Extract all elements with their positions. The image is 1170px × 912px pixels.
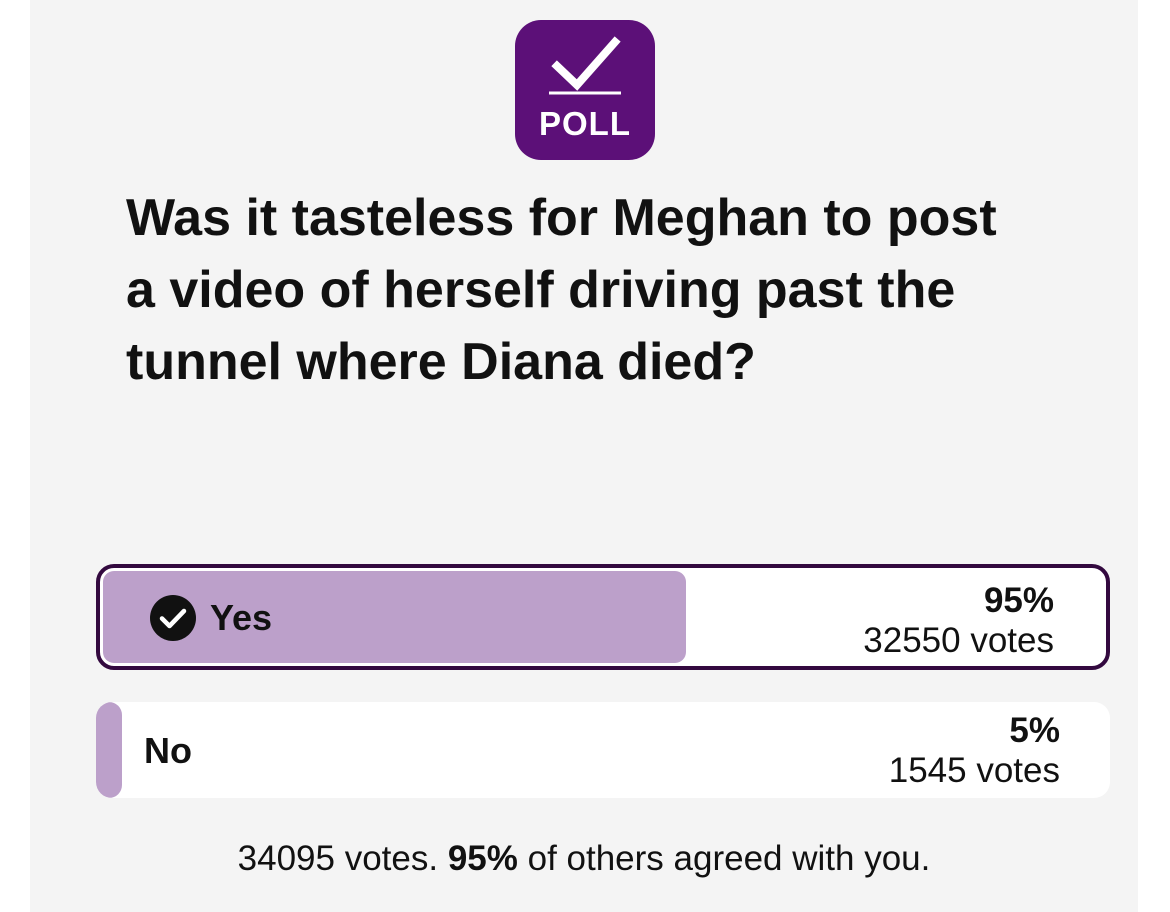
poll-summary: 34095 votes. 95% of others agreed with y… xyxy=(30,838,1138,880)
poll-option-yes-percent: 95% xyxy=(983,581,1054,620)
poll-option-no-label: No xyxy=(144,730,192,771)
poll-option-yes-label: Yes xyxy=(210,597,273,638)
poll-summary-agree-text: of others agreed with you. xyxy=(527,839,931,878)
poll-logo: POLL xyxy=(515,20,655,160)
check-circle-icon xyxy=(150,595,196,641)
poll-summary-agree-percent: 95% xyxy=(447,839,518,878)
poll-summary-total: 34095 votes. xyxy=(237,839,439,878)
poll-logo-text: POLL xyxy=(539,105,631,142)
poll-option-no-percent: 5% xyxy=(1009,711,1060,750)
poll-option-no-votes: 1545 votes xyxy=(888,751,1060,790)
poll-option-yes[interactable]: Yes 95% 32550 votes xyxy=(96,564,1110,670)
poll-card: POLL Was it tasteless for Meghan to post… xyxy=(30,0,1138,912)
poll-option-yes-votes: 32550 votes xyxy=(863,621,1054,660)
poll-option-no-bar xyxy=(96,702,122,798)
poll-question: Was it tasteless for Meghan to post a vi… xyxy=(126,189,997,391)
poll-option-no[interactable]: No 5% 1545 votes xyxy=(96,702,1110,798)
